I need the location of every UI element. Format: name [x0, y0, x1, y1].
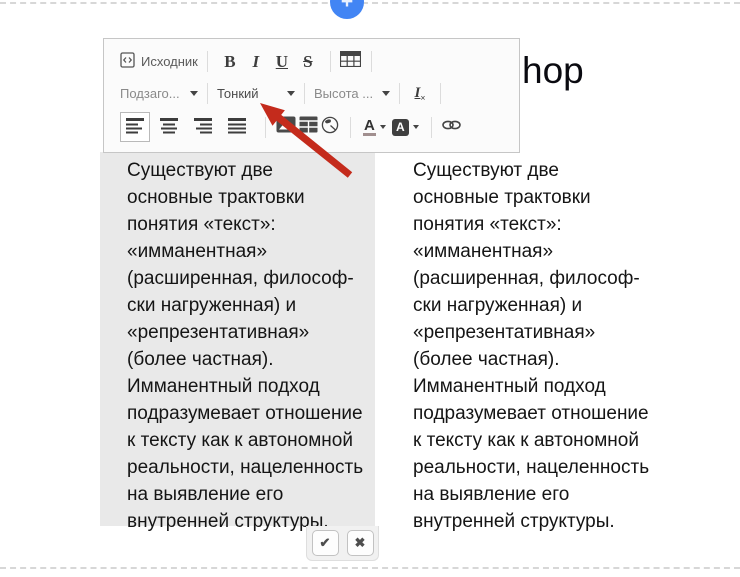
chevron-down-icon: [382, 91, 390, 96]
layout-grid-icon: [299, 116, 318, 138]
cancel-button[interactable]: ✖: [347, 530, 374, 556]
insert-table-button[interactable]: [340, 49, 362, 75]
toolbar-separator: [207, 51, 208, 72]
source-code-icon: [120, 52, 135, 71]
background-color-icon: A: [392, 119, 409, 136]
toolbar-separator: [440, 83, 441, 104]
text-line: понятия «текст»:: [127, 211, 375, 238]
source-button-label: Исходник: [141, 54, 198, 69]
top-dashed-divider: [0, 2, 740, 4]
background-color-button[interactable]: A: [392, 119, 419, 136]
font-size-dropdown[interactable]: Высота ...: [314, 82, 390, 106]
text-line: (расширенная, философ-: [413, 265, 663, 292]
text-line: к тексту как к автономной: [413, 427, 663, 454]
toolbar-separator: [304, 83, 305, 104]
paragraph-format-value: Подзаго...: [120, 86, 180, 101]
text-line: понятия «текст»:: [413, 211, 663, 238]
italic-button[interactable]: I: [243, 49, 269, 75]
font-family-value: Тонкий: [217, 86, 259, 101]
toolbar-row-3: A A: [120, 110, 509, 144]
align-justify-icon: [228, 116, 246, 139]
text-line: основные трактовки: [127, 184, 375, 211]
text-line: к тексту как к автономной: [127, 427, 375, 454]
remove-format-icon: I×: [415, 85, 426, 103]
strikethrough-button[interactable]: S: [295, 49, 321, 75]
bold-button[interactable]: B: [217, 49, 243, 75]
source-button[interactable]: Исходник: [120, 49, 198, 75]
page: + hop Исходник B I U S: [0, 0, 740, 577]
text-line: внутренней структуры.: [413, 508, 663, 535]
text-line: «имманентная»: [127, 238, 375, 265]
text-line: подразумевает отношение: [413, 400, 663, 427]
toolbar-separator: [371, 51, 372, 72]
align-center-icon: [160, 116, 178, 139]
toolbar-separator: [265, 117, 266, 138]
align-left-icon: [126, 116, 144, 139]
editable-text-column[interactable]: Существуют двеосновные трактовкипонятия …: [100, 152, 375, 526]
chevron-down-icon: [190, 91, 198, 96]
checkmark-icon: ✔: [320, 535, 331, 551]
text-color-button[interactable]: A: [363, 119, 386, 136]
edit-confirm-bar: ✔ ✖: [306, 526, 379, 561]
text-line: реальности, нацеленность: [127, 454, 375, 481]
toolbar-row-1: Исходник B I U S: [120, 46, 509, 77]
image-icon: [276, 116, 296, 138]
text-line: (более частная).: [413, 346, 663, 373]
toolbar-separator: [207, 83, 208, 104]
text-line: Имманентный подход: [127, 373, 375, 400]
text-line: основные трактовки: [413, 184, 663, 211]
text-line: «репрезентативная»: [413, 319, 663, 346]
text-line: Имманентный подход: [413, 373, 663, 400]
plus-icon: +: [341, 0, 353, 14]
insert-link-button[interactable]: [441, 114, 463, 140]
globe-button[interactable]: [319, 114, 341, 140]
text-line: Существуют две: [413, 157, 663, 184]
chevron-down-icon: [413, 125, 419, 129]
insert-image-button[interactable]: [275, 114, 297, 140]
close-icon: ✖: [355, 535, 366, 551]
paragraph-format-dropdown[interactable]: Подзаго...: [120, 82, 198, 106]
text-color-icon: A: [363, 119, 376, 136]
align-justify-button[interactable]: [222, 112, 252, 142]
globe-icon: [321, 116, 339, 139]
align-right-icon: [194, 116, 212, 139]
text-line: Существуют две: [127, 157, 375, 184]
chevron-down-icon: [287, 91, 295, 96]
static-text-column: Существуют двеосновные трактовкипонятия …: [413, 152, 663, 535]
align-right-button[interactable]: [188, 112, 218, 142]
remove-format-button[interactable]: I×: [409, 81, 431, 107]
text-line: «репрезентативная»: [127, 319, 375, 346]
text-line: ски нагруженная) и: [127, 292, 375, 319]
font-size-value: Высота ...: [314, 86, 373, 101]
text-line: на выявление его: [127, 481, 375, 508]
link-icon: [442, 118, 461, 136]
text-line: (расширенная, философ-: [127, 265, 375, 292]
font-family-dropdown[interactable]: Тонкий: [217, 82, 295, 106]
page-title-partial: hop: [522, 50, 584, 92]
text-line: реальности, нацеленность: [413, 454, 663, 481]
text-line: подразумевает отношение: [127, 400, 375, 427]
text-line: ски нагруженная) и: [413, 292, 663, 319]
text-line: (более частная).: [127, 346, 375, 373]
layout-grid-button[interactable]: [297, 114, 319, 140]
toolbar-separator: [431, 117, 432, 138]
rich-text-editor-toolbar: Исходник B I U S: [103, 38, 520, 153]
underline-button[interactable]: U: [269, 49, 295, 75]
align-center-button[interactable]: [154, 112, 184, 142]
toolbar-separator: [330, 51, 331, 72]
bottom-dashed-divider: [0, 567, 740, 569]
table-icon: [340, 51, 361, 72]
add-block-button[interactable]: +: [330, 0, 364, 19]
toolbar-row-2: Подзаго... Тонкий Высота ... I×: [120, 77, 509, 110]
confirm-button[interactable]: ✔: [312, 530, 339, 556]
toolbar-separator: [350, 117, 351, 138]
align-left-button[interactable]: [120, 112, 150, 142]
toolbar-separator: [399, 83, 400, 104]
text-line: «имманентная»: [413, 238, 663, 265]
text-line: на выявление его: [413, 481, 663, 508]
chevron-down-icon: [380, 125, 386, 129]
